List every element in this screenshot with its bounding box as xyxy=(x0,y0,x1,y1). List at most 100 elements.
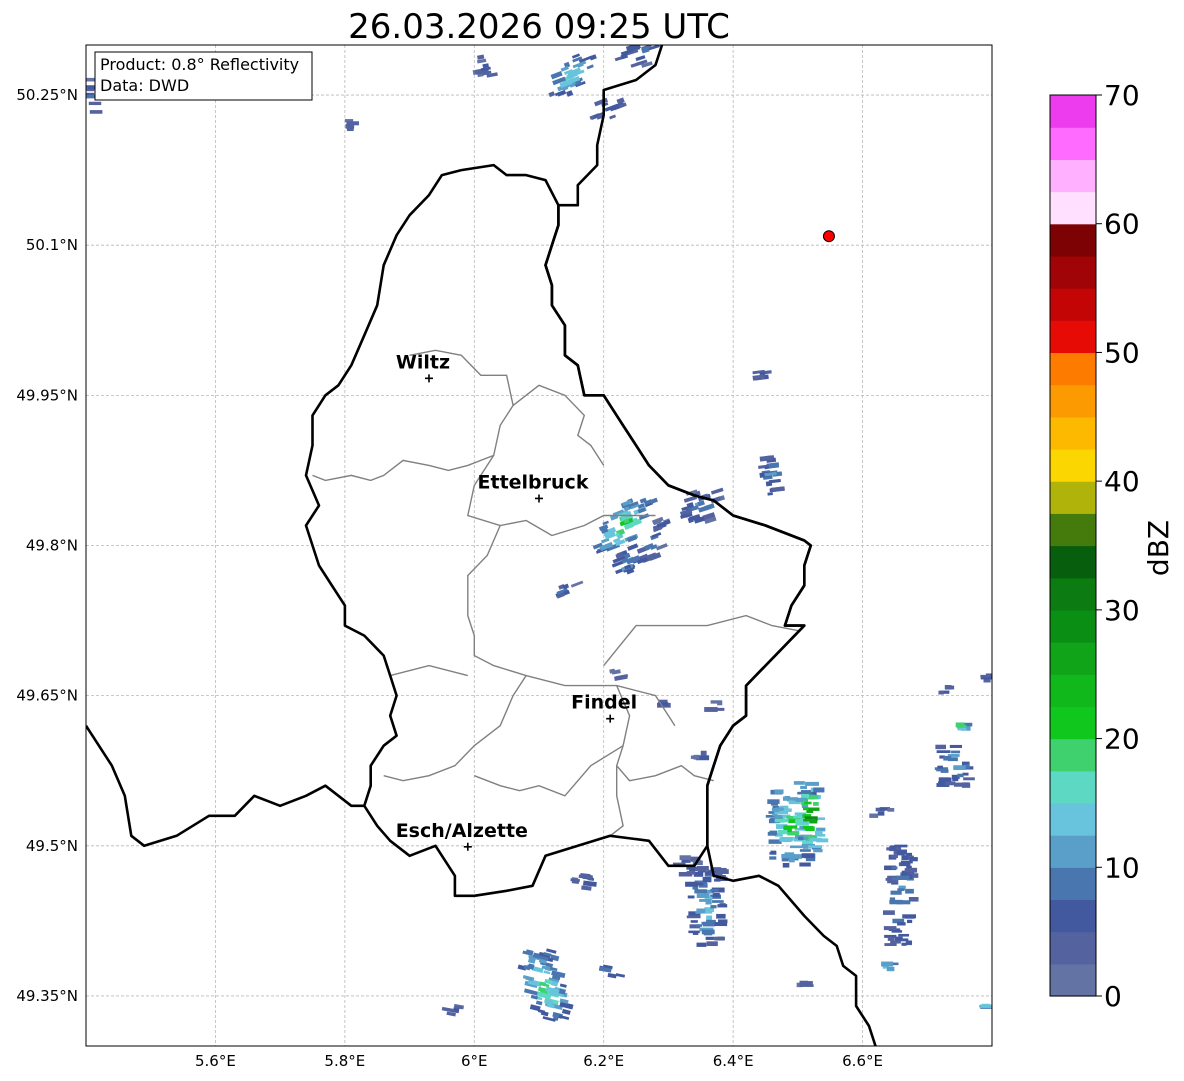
radar-pixel xyxy=(905,852,913,857)
colorbar-swatch xyxy=(1050,288,1096,321)
radar-pixel xyxy=(955,722,965,728)
lon-tick-label: 5.8°E xyxy=(324,1052,365,1070)
radar-pixel xyxy=(705,871,712,875)
radar-pixel xyxy=(716,913,726,919)
radar-pixel xyxy=(881,961,894,967)
radar-pixel xyxy=(800,790,813,795)
radar-pixel xyxy=(696,942,707,947)
radar-pixel xyxy=(693,871,704,877)
colorbar-swatch xyxy=(1050,384,1096,418)
radar-pixel xyxy=(877,811,885,816)
radar-pixel xyxy=(89,110,103,114)
lon-tick-label: 6.6°E xyxy=(842,1052,883,1070)
radar-pixel xyxy=(957,773,964,778)
colorbar-tick-label: 40 xyxy=(1104,465,1140,498)
city-label: Findel xyxy=(571,692,637,714)
radar-pixel xyxy=(980,1004,992,1008)
radar-pixel xyxy=(805,782,819,786)
lon-tick-label: 6°E xyxy=(461,1052,488,1070)
radar-pixel xyxy=(696,908,706,914)
radar-pixel xyxy=(869,813,879,818)
radar-pixel xyxy=(940,769,949,773)
city-label: Esch/Alzette xyxy=(396,820,528,842)
radar-pixel xyxy=(802,807,809,811)
radar-pixel xyxy=(797,836,804,840)
radar-pixel xyxy=(898,933,910,937)
colorbar-tick-label: 60 xyxy=(1104,208,1140,241)
colorbar-swatches xyxy=(1050,95,1096,997)
colorbar-tick-label: 70 xyxy=(1104,79,1140,112)
colorbar-tick-label: 30 xyxy=(1104,594,1140,627)
radar-pixel xyxy=(902,914,917,919)
radar-pixel xyxy=(937,765,943,769)
radar-pixel xyxy=(692,931,699,935)
radar-pixel xyxy=(86,77,96,82)
radar-pixel xyxy=(886,966,895,972)
colorbar-swatch xyxy=(1050,545,1096,579)
radar-pixel xyxy=(895,875,910,880)
lat-tick-label: 49.35°N xyxy=(16,987,78,1005)
radar-pixel xyxy=(887,807,895,812)
colorbar-swatch xyxy=(1050,706,1096,740)
radar-pixel xyxy=(706,941,718,947)
radar-pixel xyxy=(716,867,727,872)
radar-pixel xyxy=(980,674,991,678)
product-label: Product: 0.8° Reflectivity xyxy=(100,55,299,74)
lat-tick-label: 49.95°N xyxy=(16,386,78,404)
lat-tick-label: 50.25°N xyxy=(16,86,78,104)
radar-map-figure: 26.03.2026 09:25 UTC Wiltz Ettelbruck Find… xyxy=(16,7,1175,1070)
colorbar-swatch xyxy=(1050,127,1096,160)
radar-pixel xyxy=(952,777,959,782)
colorbar-swatch xyxy=(1050,577,1096,611)
radar-pixel xyxy=(938,777,950,782)
colorbar-swatch xyxy=(1050,899,1096,933)
colorbar-swatch xyxy=(1050,802,1096,836)
colorbar-swatch xyxy=(1050,867,1096,901)
radar-pixel xyxy=(699,899,712,902)
radar-pixel xyxy=(900,860,913,864)
lon-tick-label: 6.2°E xyxy=(583,1052,624,1070)
radar-pixel xyxy=(770,850,777,855)
radar-pixel xyxy=(706,915,712,921)
radar-pixel xyxy=(944,685,952,690)
radar-pixel xyxy=(686,915,701,919)
radar-pixel xyxy=(710,700,722,704)
colorbar-swatch xyxy=(1050,448,1096,482)
radar-pixel xyxy=(889,845,896,851)
radar-pixel xyxy=(701,929,715,935)
radar-pixel xyxy=(804,981,813,985)
radar-pixel xyxy=(896,850,905,856)
radar-pixel xyxy=(792,854,803,859)
radar-pixel xyxy=(905,888,914,894)
colorbar-swatch xyxy=(1050,513,1096,547)
radar-pixel xyxy=(799,849,811,852)
lat-tick-label: 49.8°N xyxy=(26,537,78,555)
lat-tick-label: 50.1°N xyxy=(26,236,78,254)
radar-pixel xyxy=(710,888,719,892)
radar-pixel xyxy=(690,920,698,923)
colorbar: 0 10 20 30 40 50 60 70 dBZ xyxy=(1049,79,1175,1013)
radar-pixel xyxy=(894,844,908,848)
radar-pixel xyxy=(704,707,718,712)
colorbar-swatch xyxy=(1050,95,1096,128)
radar-pixel xyxy=(907,919,913,924)
colorbar-swatch xyxy=(1050,223,1096,257)
radar-pixel xyxy=(714,922,728,927)
radar-pixel xyxy=(887,936,895,941)
colorbar-swatch xyxy=(1050,609,1096,643)
radar-pixel xyxy=(784,795,791,800)
map-panel: Wiltz Ettelbruck Findel Esch/Alzette xyxy=(85,44,993,1047)
radar-pixel xyxy=(345,124,355,129)
radar-pixel xyxy=(685,881,698,887)
radar-pixel xyxy=(702,877,712,882)
colorbar-swatch xyxy=(1050,416,1096,450)
colorbar-label: dBZ xyxy=(1142,520,1175,576)
radar-pixel xyxy=(801,853,815,858)
radar-cell xyxy=(955,722,973,731)
colorbar-swatch xyxy=(1050,159,1096,193)
colorbar-tick-label: 10 xyxy=(1104,851,1140,884)
radar-pixel xyxy=(813,848,823,853)
radar-pixel xyxy=(788,858,795,863)
colorbar-swatch xyxy=(1050,320,1096,354)
radar-pixel xyxy=(945,781,956,786)
